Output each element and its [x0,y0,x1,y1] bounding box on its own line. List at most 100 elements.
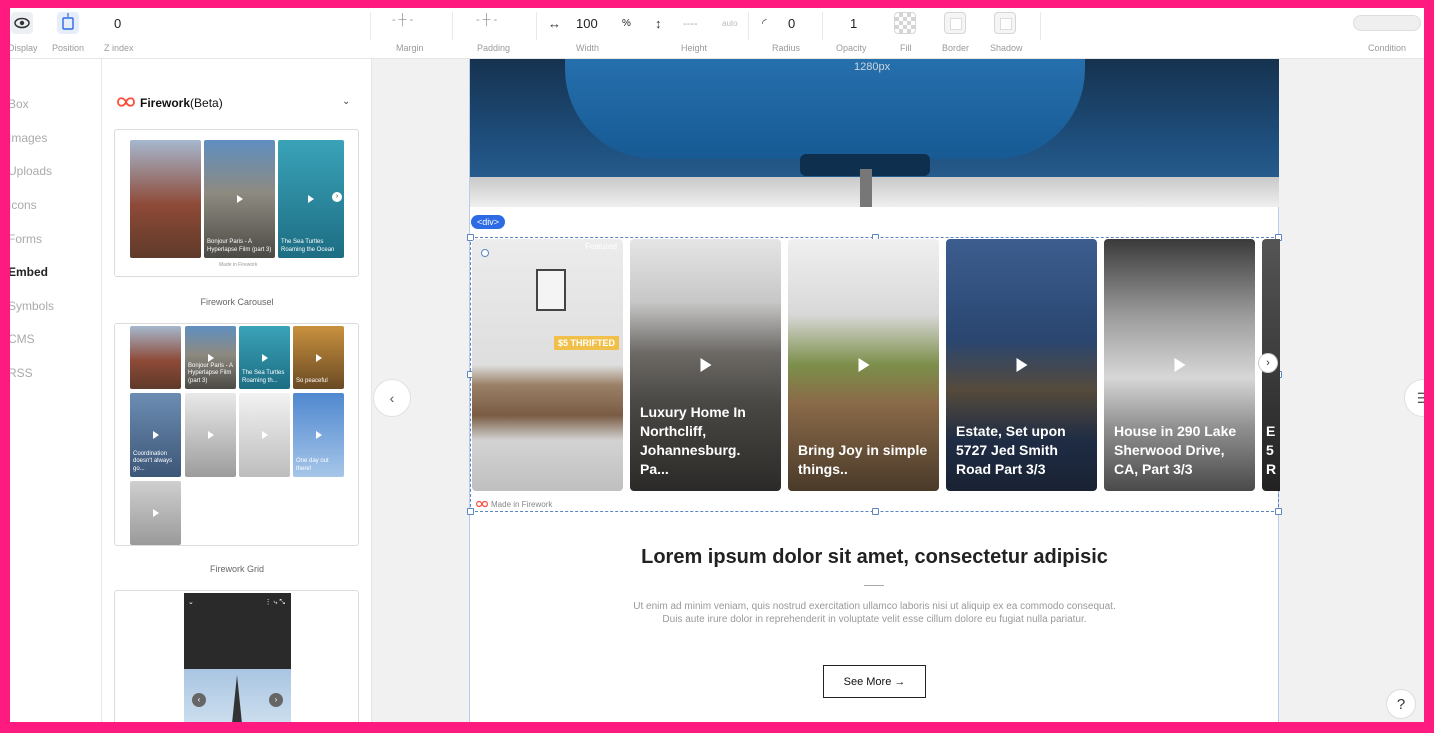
layers-icon: ☰ [1416,389,1424,406]
grid-thumb: Coordination doesn't always go... [130,393,181,477]
margin-control[interactable]: -┼- Margin [390,8,430,59]
shadow-control[interactable]: Shadow [990,8,1023,59]
chevron-down-icon[interactable]: ⌄ [342,96,350,107]
nav-item-cms[interactable]: CMS [10,332,35,346]
position-control[interactable]: Position [52,8,85,59]
fill-control[interactable]: Fill [894,8,918,59]
nav-item-rss[interactable]: RSS [10,366,33,380]
height-control[interactable]: ↕ ---- auto Height [655,8,745,59]
fill-swatch-icon [894,12,916,34]
padding-control[interactable]: -┼- Padding [474,8,514,59]
video-caption: Estate, Set upon 5727 Jed Smith Road Par… [956,423,1066,477]
video-card[interactable]: Luxury Home In Northcliff, Johannesburg.… [630,239,781,491]
firework-player-card[interactable]: ⌄ ⋮ ⤷ ⤡ ‹ › [114,590,359,722]
chevron-right-icon: › [332,192,342,202]
video-card[interactable]: Estate, Set upon 5727 Jed Smith Road Par… [946,239,1097,491]
zindex-control[interactable]: 0 Z index [104,8,144,59]
help-button[interactable]: ? [1386,689,1416,719]
grid-thumb: One day out there! [293,393,344,477]
radius-icon: ◜ [762,16,767,30]
radius-value[interactable]: 0 [788,16,795,31]
element-category-nav: Box Images Uploads Icons Forms Embed Sym… [10,59,102,722]
toolbar-divider [822,12,823,40]
height-unit[interactable]: auto [722,19,738,28]
grid-thumb-caption: Bonjour Paris - A Hyperlapse Film (part … [188,362,233,384]
thrifted-badge: $5 THRIFTED [554,336,620,350]
carousel-thumb: › The Sea Turtles Roaming the Ocean [278,140,344,258]
play-icon [1016,358,1027,372]
opacity-control[interactable]: 1 Opacity [834,8,874,59]
nav-item-forms[interactable]: Forms [10,232,42,246]
page-width-label: 1280px [854,61,891,73]
video-caption: Luxury Home In Northcliff, Johannesburg.… [640,404,746,477]
width-control[interactable]: ↔ 100 % Width [548,8,638,59]
layers-panel-button[interactable]: ☰ [1404,379,1424,417]
width-value[interactable]: 100 [576,16,598,31]
grid-thumb: The Sea Turtles Roaming th... [239,326,290,389]
vertical-arrows-icon: ↕ [655,16,662,31]
grid-thumb-caption: One day out there! [296,458,329,472]
grid-thumb [130,481,181,545]
toolbar-divider [370,12,371,40]
play-icon [261,353,268,362]
margin-label: Margin [396,43,424,53]
padding-cross-icon: -┼- [476,14,501,26]
play-icon [858,358,869,372]
design-canvas: ‹ ☰ 1280px <div> $5 THRIFTED Featured Lu… [372,59,1424,722]
video-caption: E 5 R [1266,423,1277,477]
see-more-button[interactable]: See More → [823,665,926,698]
play-icon [207,353,214,362]
section-headline: Lorem ipsum dolor sit amet, consectetur … [641,546,1108,568]
radius-label: Radius [772,43,801,53]
shadow-swatch-icon [994,12,1016,34]
carousel-thumb [130,140,201,258]
height-label: Height [681,43,708,53]
made-in-firework-label: Made in Firework [475,500,552,510]
featured-label: Featured [584,242,617,251]
firework-carousel-caption: Firework Carousel [200,297,274,307]
nav-item-uploads[interactable]: Uploads [10,164,52,178]
opacity-value[interactable]: 1 [850,16,857,31]
carousel-next-button[interactable]: › [1258,353,1278,373]
nav-item-icons[interactable]: Icons [10,198,37,212]
div-element-tag[interactable]: <div> [471,215,506,229]
chevron-left-icon: ‹ [192,693,206,707]
firework-carousel-embed[interactable]: $5 THRIFTED Featured Luxury Home In Nort… [467,234,1282,515]
play-icon [308,195,314,203]
condition-control[interactable]: Condition [1352,8,1422,59]
grid-thumb: So peaceful [293,326,344,389]
position-label: Position [52,43,85,53]
resize-handle[interactable] [1275,508,1282,515]
zindex-value[interactable]: 0 [114,16,121,31]
carousel-thumb-caption: Bonjour Paris - A Hyperlapse Film (part … [207,239,272,253]
firework-section-header[interactable]: Firework(Beta) [116,96,223,111]
width-unit[interactable]: % [622,18,631,29]
nav-item-images[interactable]: Images [10,131,47,145]
display-control[interactable]: Display [10,8,38,59]
nav-item-symbols[interactable]: Symbols [10,299,54,313]
firework-grid-caption: Firework Grid [209,564,264,574]
firework-title: Firework [140,96,191,110]
resize-handle[interactable] [467,508,474,515]
video-card[interactable]: Bring Joy in simple things.. [788,239,939,491]
firework-logo-icon [116,96,136,111]
video-card[interactable]: $5 THRIFTED Featured [472,239,623,491]
height-value[interactable]: ---- [683,18,698,30]
firework-grid-card[interactable]: Bonjour Paris - A Hyperlapse Film (part … [114,323,359,546]
nav-item-embed[interactable]: Embed [10,265,48,279]
firework-carousel-card[interactable]: Bonjour Paris - A Hyperlapse Film (part … [114,129,359,277]
selection-origin-marker [481,249,489,257]
radius-control[interactable]: ◜ 0 Radius [762,8,812,59]
video-card[interactable]: House in 290 Lake Sherwood Drive, CA, Pa… [1104,239,1255,491]
nav-item-box[interactable]: Box [10,97,29,111]
condition-toggle[interactable] [1353,15,1421,31]
carousel-thumb-caption: The Sea Turtles Roaming the Ocean [281,239,335,253]
collapse-panel-button[interactable]: ‹ [373,379,411,417]
grid-thumb-caption: So peaceful [296,377,328,384]
play-icon [152,509,159,517]
resize-handle[interactable] [872,508,879,515]
style-toolbar: Display Position 0 Z index -┼- Margin -┼… [10,8,1424,59]
play-icon [315,431,322,439]
border-control[interactable]: Border [942,8,969,59]
embed-asset-panel: Firework(Beta) ⌄ Bonjour Paris - A Hyper… [102,59,372,722]
